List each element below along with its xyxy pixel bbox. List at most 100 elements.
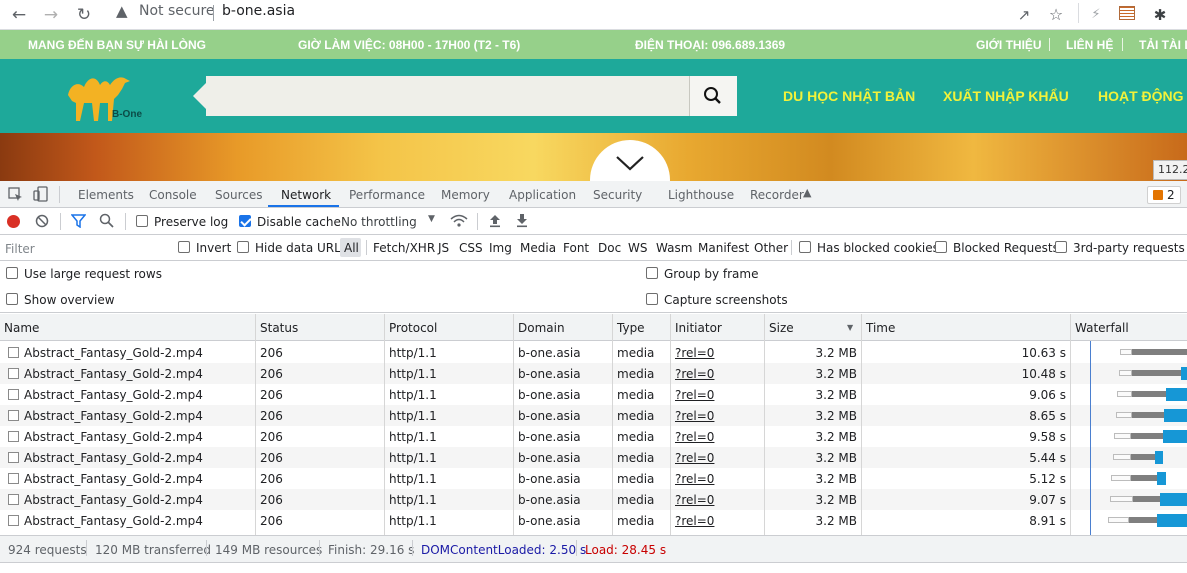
site-search-input[interactable] xyxy=(206,76,689,116)
table-row[interactable]: Abstract_Fantasy_Gold-2.mp4 206 http/1.1 b-… xyxy=(0,468,1187,489)
tab-security[interactable]: Security xyxy=(593,188,642,202)
filter-type-media[interactable]: Media xyxy=(520,241,556,255)
cell-initiator[interactable]: ?rel=0 xyxy=(675,514,714,528)
search-icon[interactable] xyxy=(99,213,114,228)
url-text[interactable]: b-one.asia xyxy=(222,3,295,19)
filter-type-css[interactable]: CSS xyxy=(459,241,483,255)
share-icon[interactable]: ↗ xyxy=(1013,4,1035,26)
back-arrow-icon[interactable]: ← xyxy=(8,4,30,26)
table-row[interactable]: Abstract_Fantasy_Gold-2.mp4 206 http/1.1 b-… xyxy=(0,426,1187,447)
menu-study-japan[interactable]: DU HỌC NHẬT BẢN xyxy=(783,88,915,104)
network-conditions-icon[interactable] xyxy=(450,213,468,228)
show-overview-checkbox[interactable] xyxy=(6,293,18,305)
forward-arrow-icon[interactable]: → xyxy=(40,4,62,26)
dictionary-extension-icon[interactable] xyxy=(1119,6,1135,20)
throttling-select[interactable]: No throttling xyxy=(341,215,417,229)
toolbar-divider xyxy=(1078,3,1079,23)
menu-import-export[interactable]: XUẤT NHẬP KHẨU xyxy=(943,88,1069,104)
filter-type-other[interactable]: Other xyxy=(754,241,788,255)
cell-initiator[interactable]: ?rel=0 xyxy=(675,409,714,423)
bookmark-star-icon[interactable]: ☆ xyxy=(1045,4,1067,26)
invert-checkbox[interactable] xyxy=(178,241,190,253)
filter-type-ws[interactable]: WS xyxy=(628,241,647,255)
waterfall-queue-bar xyxy=(1114,433,1131,439)
media-file-icon xyxy=(8,494,19,505)
blocked-cookies-checkbox[interactable] xyxy=(799,241,811,253)
filter-type-js[interactable]: JS xyxy=(438,241,449,255)
table-row[interactable]: Abstract_Fantasy_Gold-2.mp4 206 http/1.1 b-… xyxy=(0,363,1187,384)
filter-type-manifest[interactable]: Manifest xyxy=(698,241,749,255)
preserve-log-checkbox[interactable] xyxy=(136,215,148,227)
tab-console[interactable]: Console xyxy=(149,188,197,202)
tab-application[interactable]: Application xyxy=(509,188,576,202)
filter-input[interactable]: Filter xyxy=(0,237,165,259)
third-party-checkbox[interactable] xyxy=(1055,241,1067,253)
group-by-frame-checkbox[interactable] xyxy=(646,267,658,279)
issues-badge[interactable]: 2 xyxy=(1147,186,1181,204)
col-initiator[interactable]: Initiator xyxy=(675,321,722,335)
strip-link-contact[interactable]: LIÊN HỆ xyxy=(1066,38,1113,52)
blocked-requests-checkbox[interactable] xyxy=(935,241,947,253)
import-har-icon[interactable] xyxy=(488,213,502,228)
col-size[interactable]: Size xyxy=(769,321,794,335)
col-domain[interactable]: Domain xyxy=(518,321,565,335)
clear-icon[interactable] xyxy=(35,214,49,228)
filter-type-all[interactable]: All xyxy=(344,241,359,255)
filter-type-img[interactable]: Img xyxy=(489,241,512,255)
cell-protocol: http/1.1 xyxy=(389,430,437,444)
tab-elements[interactable]: Elements xyxy=(78,188,134,202)
menu-activities[interactable]: HOẠT ĐỘNG - xyxy=(1098,88,1187,104)
cell-initiator[interactable]: ?rel=0 xyxy=(675,430,714,444)
hide-data-urls-checkbox[interactable] xyxy=(237,241,249,253)
tab-network[interactable]: Network xyxy=(281,188,331,202)
col-status[interactable]: Status xyxy=(260,321,298,335)
col-time[interactable]: Time xyxy=(866,321,895,335)
col-type[interactable]: Type xyxy=(617,321,645,335)
col-waterfall[interactable]: Waterfall xyxy=(1075,321,1129,335)
waterfall-wait-bar xyxy=(1132,349,1187,355)
table-row[interactable]: Abstract_Fantasy_Gold-2.mp4 206 http/1.1 b-… xyxy=(0,342,1187,363)
reload-icon[interactable]: ↻ xyxy=(73,4,95,26)
table-row[interactable]: Abstract_Fantasy_Gold-2.mp4 206 http/1.1 b-… xyxy=(0,384,1187,405)
cell-initiator[interactable]: ?rel=0 xyxy=(675,493,714,507)
filter-icon[interactable] xyxy=(71,214,86,228)
toolbar-divider xyxy=(477,213,478,230)
filter-type-font[interactable]: Font xyxy=(563,241,589,255)
security-label[interactable]: Not secure xyxy=(139,3,215,19)
disable-cache-checkbox[interactable] xyxy=(239,215,251,227)
tab-performance[interactable]: Performance xyxy=(349,188,425,202)
lightning-extension-icon[interactable]: ⚡ xyxy=(1085,4,1107,26)
cell-status: 206 xyxy=(260,451,283,465)
extensions-puzzle-icon[interactable]: ✱ xyxy=(1149,4,1171,26)
table-row[interactable]: Abstract_Fantasy_Gold-2.mp4 206 http/1.1 b-… xyxy=(0,510,1187,531)
tab-lighthouse[interactable]: Lighthouse xyxy=(668,188,734,202)
cell-initiator[interactable]: ?rel=0 xyxy=(675,346,714,360)
large-rows-checkbox[interactable] xyxy=(6,267,18,279)
table-row[interactable]: Abstract_Fantasy_Gold-2.mp4 206 http/1.1 b-… xyxy=(0,447,1187,468)
col-protocol[interactable]: Protocol xyxy=(389,321,437,335)
strip-link-download[interactable]: TẢI TÀI LI xyxy=(1139,38,1187,52)
chevron-down-icon[interactable]: ▼ xyxy=(428,214,435,224)
capture-screenshots-checkbox[interactable] xyxy=(646,293,658,305)
sort-desc-icon[interactable]: ▼ xyxy=(847,323,853,332)
cell-initiator[interactable]: ?rel=0 xyxy=(675,367,714,381)
table-row[interactable]: Abstract_Fantasy_Gold-2.mp4 206 http/1.1 b-… xyxy=(0,489,1187,510)
col-name[interactable]: Name xyxy=(4,321,39,335)
strip-link-about[interactable]: GIỚI THIỆU xyxy=(976,38,1042,52)
warning-triangle-icon[interactable]: ▲ xyxy=(116,2,128,20)
site-search-button[interactable] xyxy=(689,76,737,116)
tab-memory[interactable]: Memory xyxy=(441,188,490,202)
export-har-icon[interactable] xyxy=(515,213,529,228)
cell-initiator[interactable]: ?rel=0 xyxy=(675,451,714,465)
inspect-element-icon[interactable] xyxy=(8,187,24,203)
filter-type-doc[interactable]: Doc xyxy=(598,241,621,255)
filter-type-wasm[interactable]: Wasm xyxy=(656,241,692,255)
filter-type-fetch[interactable]: Fetch/XHR xyxy=(373,241,435,255)
cell-initiator[interactable]: ?rel=0 xyxy=(675,388,714,402)
tab-sources[interactable]: Sources xyxy=(215,188,262,202)
record-icon[interactable] xyxy=(7,215,20,228)
device-toolbar-icon[interactable] xyxy=(33,186,49,203)
tab-recorder[interactable]: Recorder xyxy=(750,188,804,202)
table-row[interactable]: Abstract_Fantasy_Gold-2.mp4 206 http/1.1 b-… xyxy=(0,405,1187,426)
cell-initiator[interactable]: ?rel=0 xyxy=(675,472,714,486)
